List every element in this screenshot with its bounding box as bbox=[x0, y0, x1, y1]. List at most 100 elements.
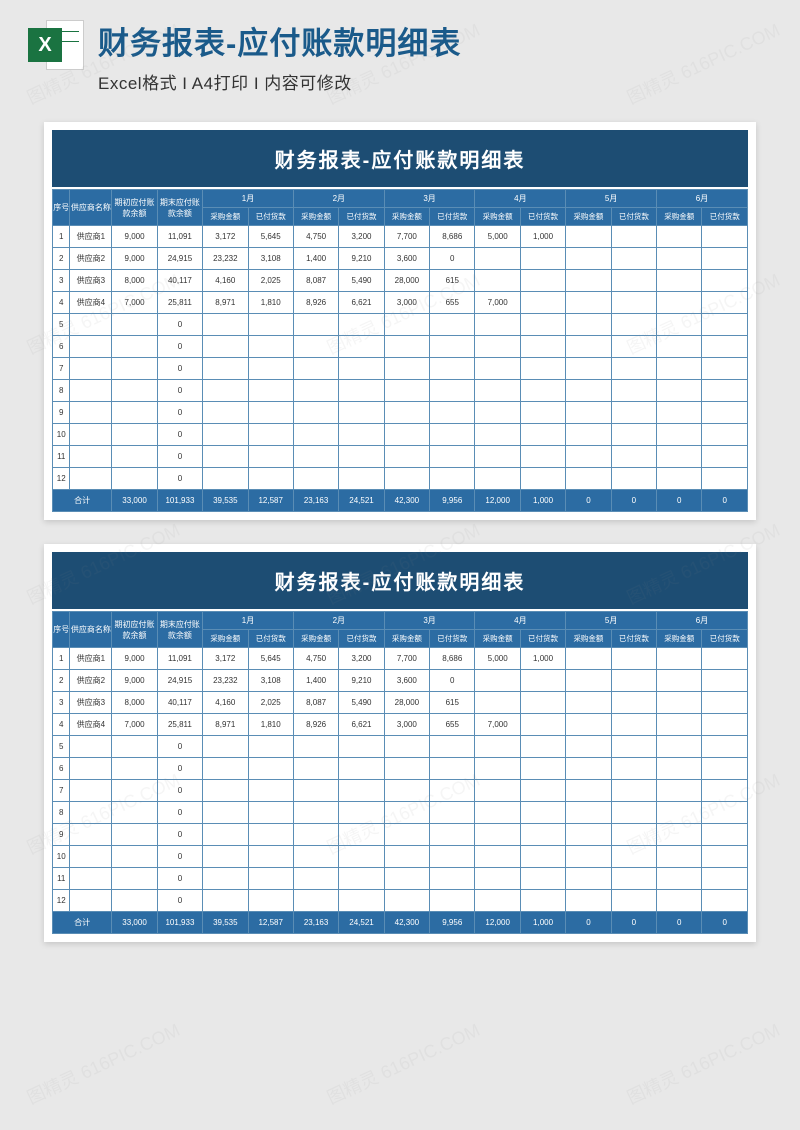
cell-open bbox=[112, 802, 157, 824]
payable-table: 序号供应商名称期初应付账款余额期末应付账款余额1月2月3月4月5月6月采购金额已… bbox=[52, 189, 748, 512]
cell-value bbox=[657, 248, 702, 270]
cell-value: 5,490 bbox=[339, 270, 384, 292]
totals-value: 1,000 bbox=[520, 912, 565, 934]
cell-open bbox=[112, 868, 157, 890]
cell-supplier bbox=[70, 424, 112, 446]
totals-value: 12,000 bbox=[475, 490, 520, 512]
cell-supplier bbox=[70, 446, 112, 468]
col-paid: 已付货款 bbox=[248, 208, 293, 226]
cell-value bbox=[520, 846, 565, 868]
cell-value bbox=[430, 314, 475, 336]
cell-value bbox=[430, 868, 475, 890]
cell-value bbox=[611, 758, 656, 780]
col-paid: 已付货款 bbox=[702, 630, 748, 648]
cell-supplier bbox=[70, 402, 112, 424]
col-month: 2月 bbox=[293, 190, 384, 208]
cell-value bbox=[430, 358, 475, 380]
table-row: 50 bbox=[53, 314, 748, 336]
cell-value bbox=[384, 424, 429, 446]
cell-close: 0 bbox=[157, 336, 202, 358]
cell-value bbox=[475, 424, 520, 446]
cell-value: 1,810 bbox=[248, 714, 293, 736]
cell-value bbox=[702, 648, 748, 670]
cell-close: 0 bbox=[157, 380, 202, 402]
cell-value bbox=[702, 314, 748, 336]
cell-value bbox=[702, 692, 748, 714]
cell-value bbox=[520, 692, 565, 714]
cell-open bbox=[112, 380, 157, 402]
cell-value bbox=[339, 890, 384, 912]
cell-value bbox=[339, 380, 384, 402]
cell-value bbox=[475, 248, 520, 270]
cell-value bbox=[611, 468, 656, 490]
col-paid: 已付货款 bbox=[339, 208, 384, 226]
cell-value: 655 bbox=[430, 292, 475, 314]
cell-value: 6,621 bbox=[339, 292, 384, 314]
cell-value bbox=[475, 336, 520, 358]
cell-value bbox=[339, 358, 384, 380]
cell-value bbox=[566, 446, 611, 468]
cell-value bbox=[384, 380, 429, 402]
cell-value bbox=[475, 270, 520, 292]
totals-value: 39,535 bbox=[203, 490, 248, 512]
sheet-page-2: 财务报表-应付账款明细表序号供应商名称期初应付账款余额期末应付账款余额1月2月3… bbox=[44, 544, 756, 942]
cell-value: 23,232 bbox=[203, 670, 248, 692]
col-month: 2月 bbox=[293, 612, 384, 630]
cell-value: 3,600 bbox=[384, 670, 429, 692]
cell-value bbox=[339, 868, 384, 890]
cell-value bbox=[339, 780, 384, 802]
cell-value: 655 bbox=[430, 714, 475, 736]
cell-value bbox=[339, 824, 384, 846]
cell-idx: 12 bbox=[53, 468, 70, 490]
cell-value bbox=[520, 270, 565, 292]
cell-value bbox=[384, 358, 429, 380]
sheet-page-1: 财务报表-应付账款明细表序号供应商名称期初应付账款余额期末应付账款余额1月2月3… bbox=[44, 122, 756, 520]
col-purchase: 采购金额 bbox=[203, 208, 248, 226]
cell-value bbox=[293, 380, 338, 402]
cell-value bbox=[657, 648, 702, 670]
cell-value bbox=[248, 802, 293, 824]
cell-supplier bbox=[70, 846, 112, 868]
cell-value bbox=[475, 446, 520, 468]
cell-close: 0 bbox=[157, 446, 202, 468]
cell-value bbox=[702, 780, 748, 802]
cell-close: 0 bbox=[157, 468, 202, 490]
sheets-container: 财务报表-应付账款明细表序号供应商名称期初应付账款余额期末应付账款余额1月2月3… bbox=[0, 106, 800, 958]
cell-value: 8,686 bbox=[430, 226, 475, 248]
cell-value bbox=[293, 824, 338, 846]
table-row: 80 bbox=[53, 380, 748, 402]
cell-value bbox=[384, 402, 429, 424]
cell-value bbox=[203, 380, 248, 402]
cell-value bbox=[611, 336, 656, 358]
table-row: 2供应商29,00024,91523,2323,1081,4009,2103,6… bbox=[53, 670, 748, 692]
cell-value bbox=[430, 468, 475, 490]
totals-open: 33,000 bbox=[112, 490, 157, 512]
cell-open: 7,000 bbox=[112, 714, 157, 736]
cell-value bbox=[203, 846, 248, 868]
col-month: 6月 bbox=[657, 612, 748, 630]
cell-close: 25,811 bbox=[157, 714, 202, 736]
cell-value bbox=[611, 692, 656, 714]
totals-value: 23,163 bbox=[293, 912, 338, 934]
cell-value bbox=[611, 270, 656, 292]
cell-value bbox=[339, 846, 384, 868]
page-subtitle: Excel格式 I A4打印 I 内容可修改 bbox=[98, 69, 772, 94]
table-row: 2供应商29,00024,91523,2323,1081,4009,2103,6… bbox=[53, 248, 748, 270]
cell-value: 7,000 bbox=[475, 292, 520, 314]
cell-value bbox=[384, 336, 429, 358]
col-month: 6月 bbox=[657, 190, 748, 208]
cell-open bbox=[112, 824, 157, 846]
cell-idx: 4 bbox=[53, 714, 70, 736]
cell-value bbox=[430, 846, 475, 868]
cell-value: 5,645 bbox=[248, 648, 293, 670]
cell-value bbox=[611, 248, 656, 270]
cell-value bbox=[566, 248, 611, 270]
col-paid: 已付货款 bbox=[339, 630, 384, 648]
cell-value: 28,000 bbox=[384, 270, 429, 292]
cell-value bbox=[566, 890, 611, 912]
cell-value bbox=[520, 890, 565, 912]
cell-value bbox=[702, 292, 748, 314]
cell-value bbox=[339, 758, 384, 780]
cell-idx: 5 bbox=[53, 314, 70, 336]
col-open-balance: 期初应付账款余额 bbox=[112, 612, 157, 648]
